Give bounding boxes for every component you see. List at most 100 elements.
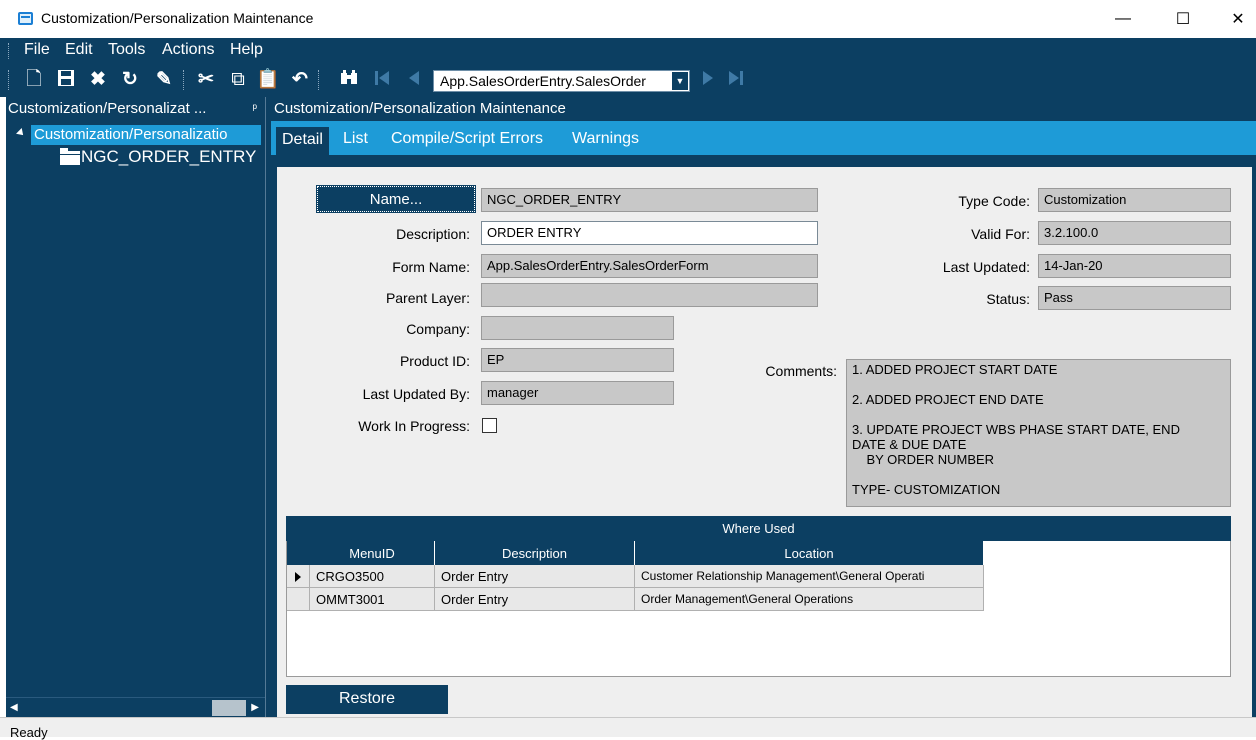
- last-updated-by-label: Last Updated By:: [362, 386, 470, 402]
- window-title: Customization/Personalization Maintenanc…: [41, 10, 314, 26]
- column-header-description[interactable]: Description: [435, 541, 635, 565]
- comments-line: [852, 377, 1230, 392]
- restore-button[interactable]: Restore: [286, 685, 448, 714]
- column-header-menuid[interactable]: MenuID: [310, 541, 435, 565]
- folder-icon: [60, 148, 80, 165]
- clear-icon[interactable]: ✎: [152, 68, 176, 92]
- previous-record-icon[interactable]: [402, 68, 426, 92]
- table-cell-menuid[interactable]: CRGO3500: [310, 565, 435, 588]
- tree-root-node[interactable]: Customization/Personalizatio: [31, 125, 261, 145]
- first-record-icon[interactable]: [370, 68, 394, 92]
- next-record-icon[interactable]: [696, 68, 720, 92]
- refresh-icon[interactable]: ↻: [118, 68, 142, 92]
- table-cell-location[interactable]: Order Management\General Operations: [635, 588, 984, 611]
- menu-grip: [8, 43, 10, 59]
- tree-panel: Customization/Personalizat ... ᵖ Customi…: [6, 97, 265, 717]
- menu-file[interactable]: File: [24, 41, 50, 59]
- table-cell-location[interactable]: Customer Relationship Management\General…: [635, 565, 984, 588]
- type-code-field[interactable]: Customization: [1038, 188, 1231, 212]
- form-name-label: Form Name:: [392, 259, 470, 275]
- parent-layer-field[interactable]: [481, 283, 818, 307]
- title-bar: Customization/Personalization Maintenanc…: [0, 0, 1256, 38]
- tree-panel-header: Customization/Personalizat ... ᵖ: [6, 97, 265, 121]
- table-cell-menuid[interactable]: OMMT3001: [310, 588, 435, 611]
- product-id-field[interactable]: EP: [481, 348, 674, 372]
- tab-list[interactable]: List: [343, 130, 368, 148]
- comments-line: BY ORDER NUMBER: [852, 452, 995, 467]
- scroll-left-icon[interactable]: ◀: [10, 702, 18, 713]
- menu-edit[interactable]: Edit: [65, 41, 93, 59]
- name-button[interactable]: Name...: [316, 185, 476, 213]
- tab-bar: Detail List Compile/Script Errors Warnin…: [271, 121, 1256, 155]
- search-icon[interactable]: [337, 68, 361, 92]
- status-bar: Ready: [0, 717, 1256, 740]
- type-code-label: Type Code:: [958, 193, 1030, 209]
- status-text: Ready: [10, 725, 48, 740]
- row-header-corner: [287, 541, 310, 565]
- close-button[interactable]: ✕: [1215, 0, 1256, 38]
- comments-field[interactable]: 1. ADDED PROJECT START DATE 2. ADDED PRO…: [846, 359, 1231, 507]
- tab-compile-script-errors[interactable]: Compile/Script Errors: [391, 130, 543, 148]
- company-label: Company:: [406, 321, 470, 337]
- tree-horizontal-scrollbar[interactable]: ◀ ▶: [6, 697, 265, 717]
- minimize-button[interactable]: —: [1100, 0, 1146, 38]
- name-field[interactable]: NGC_ORDER_ENTRY: [481, 188, 818, 212]
- menu-tools[interactable]: Tools: [108, 41, 145, 59]
- form-name-field[interactable]: App.SalesOrderEntry.SalesOrderForm: [481, 254, 818, 278]
- tree-child-node[interactable]: NGC_ORDER_ENTRY: [81, 147, 256, 167]
- comments-line: [852, 467, 1230, 482]
- undo-icon[interactable]: ↶: [288, 68, 312, 92]
- save-icon[interactable]: [54, 68, 78, 92]
- scroll-right-icon[interactable]: ▶: [251, 702, 259, 713]
- comments-line: 1. ADDED PROJECT START DATE: [852, 362, 1058, 377]
- delete-icon[interactable]: ✖: [86, 68, 110, 92]
- toolbar-separator: [183, 70, 185, 90]
- tree-panel-title: Customization/Personalizat ...: [8, 100, 207, 117]
- last-updated-label: Last Updated:: [942, 259, 1030, 275]
- scroll-thumb[interactable]: [212, 700, 246, 716]
- work-in-progress-label: Work In Progress:: [358, 418, 470, 434]
- row-selector[interactable]: [287, 565, 310, 588]
- chevron-down-icon[interactable]: ▼: [672, 72, 688, 90]
- paste-icon[interactable]: 📋: [256, 68, 280, 92]
- tree-expand-icon[interactable]: [16, 128, 26, 138]
- cut-icon[interactable]: ✂: [194, 68, 218, 92]
- comments-label: Comments:: [765, 363, 837, 379]
- last-updated-field[interactable]: 14-Jan-20: [1038, 254, 1231, 278]
- copy-icon[interactable]: ⧉: [226, 68, 250, 92]
- pin-icon[interactable]: ᵖ: [252, 101, 257, 115]
- comments-line: [852, 407, 1230, 422]
- new-icon[interactable]: 🗋: [22, 68, 46, 92]
- description-field[interactable]: ORDER ENTRY: [481, 221, 818, 245]
- table-cell-description[interactable]: Order Entry: [435, 565, 635, 588]
- column-header-location[interactable]: Location: [635, 541, 984, 565]
- valid-for-label: Valid For:: [971, 226, 1030, 242]
- main-panel-title: Customization/Personalization Maintenanc…: [274, 100, 566, 117]
- table-cell-description[interactable]: Order Entry: [435, 588, 635, 611]
- app-window-icon: [18, 12, 33, 25]
- comments-line: DATE & DUE DATE: [852, 437, 967, 452]
- tab-warnings[interactable]: Warnings: [572, 130, 639, 148]
- toolbar-separator: [318, 70, 320, 90]
- current-row-icon: [295, 572, 301, 582]
- work-in-progress-checkbox[interactable]: [482, 418, 497, 433]
- status-label: Status:: [986, 291, 1030, 307]
- row-selector[interactable]: [287, 588, 310, 611]
- form-select-combo[interactable]: App.SalesOrderEntry.SalesOrder ▼: [433, 70, 690, 92]
- comments-line: TYPE- CUSTOMIZATION: [852, 482, 1001, 497]
- company-field[interactable]: [481, 316, 674, 340]
- menu-actions[interactable]: Actions: [162, 41, 214, 59]
- tab-detail[interactable]: Detail: [276, 127, 329, 155]
- where-used-title: Where Used: [286, 516, 1231, 541]
- comments-line: 2. ADDED PROJECT END DATE: [852, 392, 1044, 407]
- menu-help[interactable]: Help: [230, 41, 263, 59]
- last-record-icon[interactable]: [724, 68, 748, 92]
- form-select-value: App.SalesOrderEntry.SalesOrder: [440, 73, 646, 89]
- menu-bar: File Edit Tools Actions Help: [0, 38, 1256, 64]
- parent-layer-label: Parent Layer:: [385, 290, 470, 306]
- status-field[interactable]: Pass: [1038, 286, 1231, 310]
- product-id-label: Product ID:: [399, 353, 470, 369]
- valid-for-field[interactable]: 3.2.100.0: [1038, 221, 1231, 245]
- maximize-button[interactable]: ☐: [1160, 0, 1206, 38]
- last-updated-by-field[interactable]: manager: [481, 381, 674, 405]
